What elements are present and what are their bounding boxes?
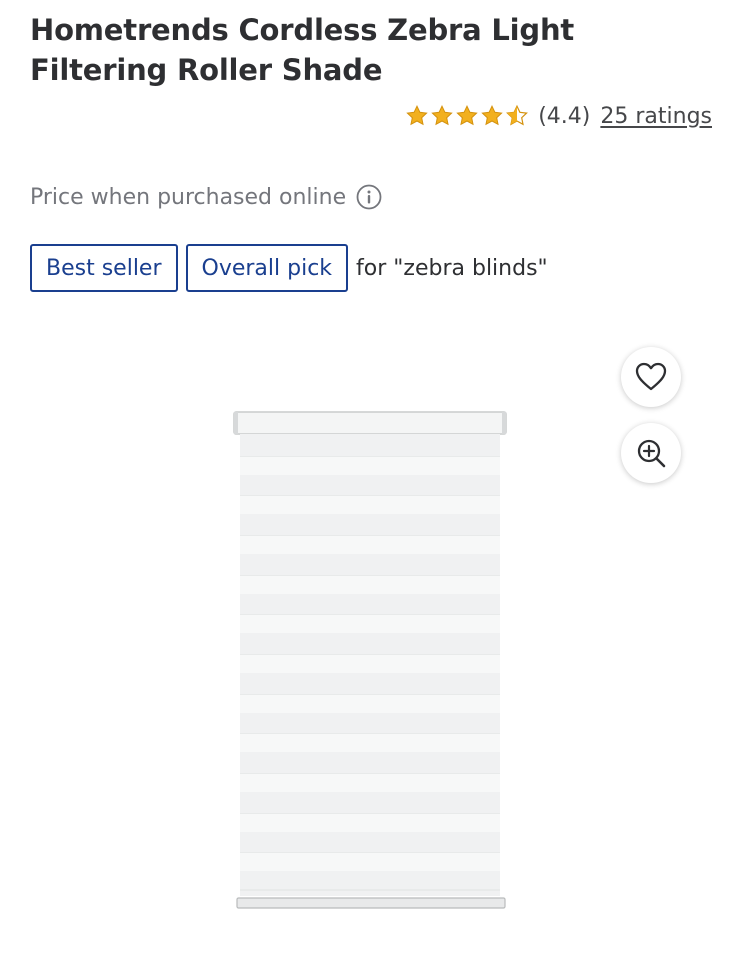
badge-context-text: for "zebra blinds" [356, 255, 548, 281]
star-icon [456, 105, 478, 126]
star-rating [405, 104, 530, 128]
info-icon[interactable] [356, 184, 382, 210]
best-seller-badge: Best seller [30, 244, 178, 292]
half-star-icon [506, 104, 529, 126]
star-icon [481, 105, 503, 126]
zoom-in-icon [637, 439, 666, 468]
price-note: Price when purchased online [30, 180, 382, 214]
heart-icon [635, 362, 667, 391]
price-note-text: Price when purchased online [30, 184, 347, 210]
star-icon [406, 105, 428, 126]
zoom-button[interactable] [621, 423, 681, 483]
rating-value: (4.4) [538, 103, 591, 129]
badge-row: Best seller Overall pick for "zebra blin… [30, 242, 548, 294]
rating-summary: (4.4) 25 ratings [405, 100, 712, 132]
product-image[interactable] [232, 410, 508, 914]
ratings-count-link[interactable]: 25 ratings [600, 104, 712, 129]
product-title: Hometrends Cordless Zebra Light Filterin… [30, 13, 575, 87]
overall-pick-badge: Overall pick [185, 244, 349, 292]
star-icon [431, 105, 453, 126]
favorite-button[interactable] [621, 347, 681, 407]
